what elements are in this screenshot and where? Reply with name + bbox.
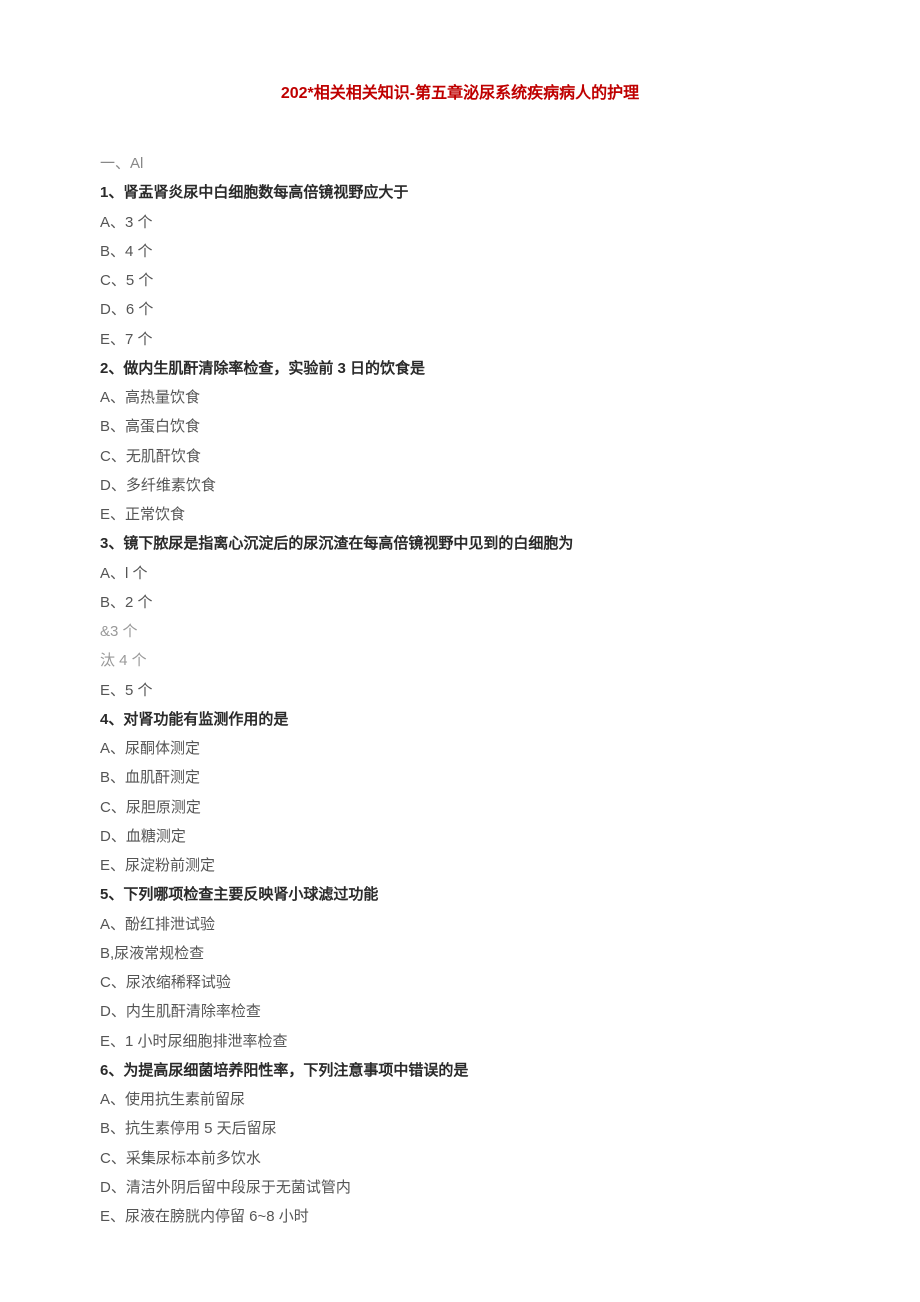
question-option: E、1 小时尿细胞排泄率检查 xyxy=(100,1027,820,1056)
question-option: D、内生肌酐清除率检查 xyxy=(100,997,820,1026)
question-option: 汰 4 个 xyxy=(100,646,820,675)
question-option: D、血糖测定 xyxy=(100,822,820,851)
question-stem: 5、下列哪项检查主要反映肾小球滤过功能 xyxy=(100,880,820,909)
question-option: A、尿酮体测定 xyxy=(100,734,820,763)
question-option: C、尿胆原测定 xyxy=(100,793,820,822)
question-stem: 2、做内生肌酐清除率检查，实验前 3 日的饮食是 xyxy=(100,354,820,383)
question-option: E、5 个 xyxy=(100,676,820,705)
question-option: A、3 个 xyxy=(100,208,820,237)
question-stem: 3、镜下脓尿是指离心沉淀后的尿沉渣在每高倍镜视野中见到的白细胞为 xyxy=(100,529,820,558)
question-option: E、正常饮食 xyxy=(100,500,820,529)
section-label: 一、Al xyxy=(100,149,820,178)
question-option: B、2 个 xyxy=(100,588,820,617)
question-option: E、尿液在膀胱内停留 6~8 小时 xyxy=(100,1202,820,1231)
question-option: B、高蛋白饮食 xyxy=(100,412,820,441)
question-option: B、4 个 xyxy=(100,237,820,266)
question-option: B,尿液常规检查 xyxy=(100,939,820,968)
question-option: D、6 个 xyxy=(100,295,820,324)
questions-container: 1、肾盂肾炎尿中白细胞数每高倍镜视野应大于A、3 个B、4 个C、5 个D、6 … xyxy=(100,178,820,1231)
question-option: B、血肌酐测定 xyxy=(100,763,820,792)
question-option: A、酚红排泄试验 xyxy=(100,910,820,939)
question-option: B、抗生素停用 5 天后留尿 xyxy=(100,1114,820,1143)
question-option: C、5 个 xyxy=(100,266,820,295)
question-option: D、多纤维素饮食 xyxy=(100,471,820,500)
question-stem: 1、肾盂肾炎尿中白细胞数每高倍镜视野应大于 xyxy=(100,178,820,207)
question-stem: 6、为提高尿细菌培养阳性率，下列注意事项中错误的是 xyxy=(100,1056,820,1085)
question-option: A、l 个 xyxy=(100,559,820,588)
question-option: E、尿淀粉前测定 xyxy=(100,851,820,880)
question-option: A、使用抗生素前留尿 xyxy=(100,1085,820,1114)
question-option: E、7 个 xyxy=(100,325,820,354)
question-option: &3 个 xyxy=(100,617,820,646)
document-title: 202*相关相关知识-第五章泌尿系统疾病病人的护理 xyxy=(100,78,820,109)
question-option: C、无肌酐饮食 xyxy=(100,442,820,471)
question-option: D、清洁外阴后留中段尿于无菌试管内 xyxy=(100,1173,820,1202)
question-option: C、尿浓缩稀释试验 xyxy=(100,968,820,997)
question-stem: 4、对肾功能有监测作用的是 xyxy=(100,705,820,734)
question-option: A、高热量饮食 xyxy=(100,383,820,412)
question-option: C、采集尿标本前多饮水 xyxy=(100,1144,820,1173)
